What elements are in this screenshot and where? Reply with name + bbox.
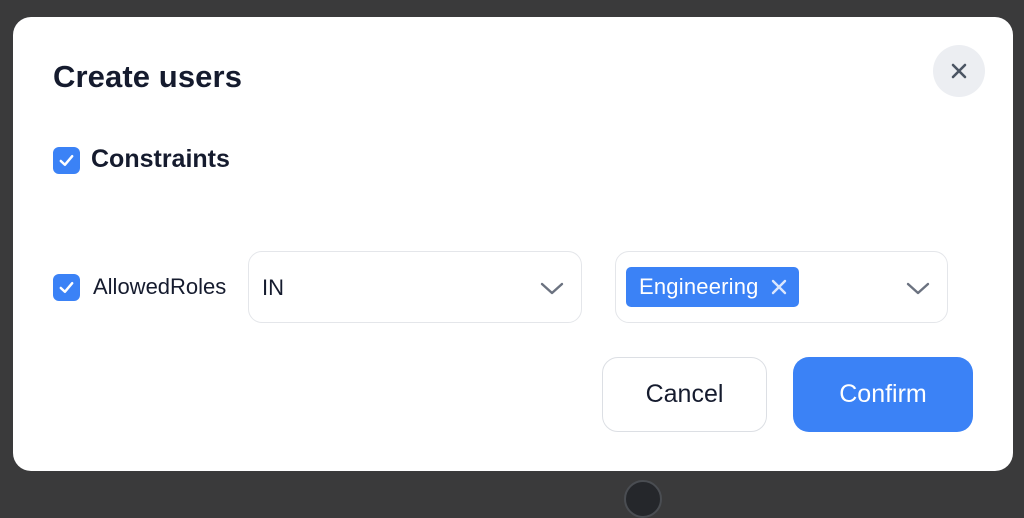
- constraints-checkbox[interactable]: [53, 147, 80, 174]
- dialog-title: Create users: [53, 59, 243, 94]
- checkmark-icon: [59, 281, 74, 294]
- confirm-button[interactable]: Confirm: [793, 357, 973, 432]
- roles-multiselect[interactable]: Engineering: [615, 251, 948, 323]
- operator-value: IN: [262, 275, 284, 300]
- checkmark-icon: [59, 154, 74, 167]
- chevron-down-icon: [906, 282, 930, 295]
- role-tag: Engineering: [626, 267, 799, 307]
- role-tag-label: Engineering: [639, 274, 759, 299]
- create-users-dialog: Create users Constraints AllowedRoles IN…: [13, 17, 1013, 471]
- remove-tag-button[interactable]: [769, 277, 789, 297]
- close-icon: [771, 279, 786, 295]
- close-icon: [951, 63, 967, 79]
- allowed-roles-label: AllowedRoles: [93, 274, 227, 299]
- cancel-button[interactable]: Cancel: [602, 357, 767, 432]
- background-avatar: [624, 480, 662, 518]
- allowed-roles-checkbox[interactable]: [53, 274, 80, 301]
- operator-select[interactable]: IN: [248, 251, 582, 323]
- close-button[interactable]: [933, 45, 985, 97]
- constraints-label: Constraints: [91, 145, 230, 173]
- chevron-down-icon: [540, 282, 564, 295]
